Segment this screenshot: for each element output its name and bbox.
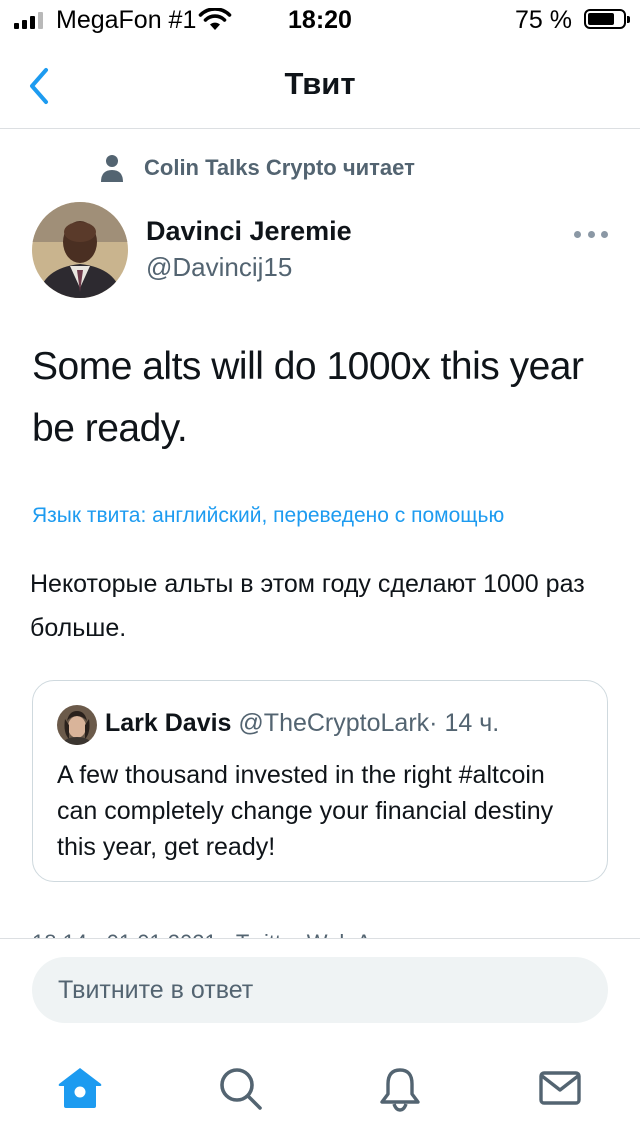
battery-percentage: 75 % [515,6,572,34]
search-icon [220,1068,262,1110]
quoted-tweet-header: Lark Davis @TheCryptoLark· 14 ч. [105,709,499,738]
bell-icon [380,1068,420,1112]
navigation-bar: Твит [0,44,640,129]
tab-messages[interactable] [536,1064,584,1112]
translation-note-link[interactable]: Язык твита: английский, переведено с пом… [32,504,608,528]
more-options-button[interactable] [574,226,608,242]
tab-home[interactable] [56,1064,104,1112]
quoted-author-handle: @TheCryptoLark [238,709,430,737]
social-context-text: Colin Talks Crypto читает [144,155,415,180]
person-icon [101,155,123,182]
reply-bar: Твитните в ответ [0,938,640,1035]
status-bar: MegaFon #1 18:20 75 % [0,0,640,40]
tweet-text: Some alts will do 1000x this year be rea… [32,345,584,450]
tab-search[interactable] [216,1064,264,1112]
social-context[interactable]: Colin Talks Crypto читает [100,152,415,184]
mail-icon [539,1071,581,1105]
page-title: Твит [284,66,356,101]
author-avatar-image [32,202,128,298]
quoted-author-avatar [57,705,97,745]
author-avatar[interactable] [32,202,128,298]
quoted-tweet-card[interactable]: Lark Davis @TheCryptoLark· 14 ч. A few t… [32,680,608,882]
quoted-separator: · [429,709,438,737]
tab-notifications[interactable] [376,1064,424,1112]
tab-bar [0,1034,640,1136]
more-dots-icon [574,230,581,238]
author-handle[interactable]: @Davincij15 [146,252,292,283]
quoted-author-name: Lark Davis [105,709,232,737]
reply-input[interactable]: Твитните в ответ [32,957,608,1023]
battery-icon [584,9,630,29]
home-icon [58,1068,102,1108]
translated-text: Некоторые альты в этом году сделают 1000… [30,570,585,642]
author-name[interactable]: Davinci Jeremie [146,216,352,247]
quoted-tweet-text: A few thousand invested in the right #al… [57,761,554,861]
quoted-timestamp: 14 ч. [444,709,500,737]
